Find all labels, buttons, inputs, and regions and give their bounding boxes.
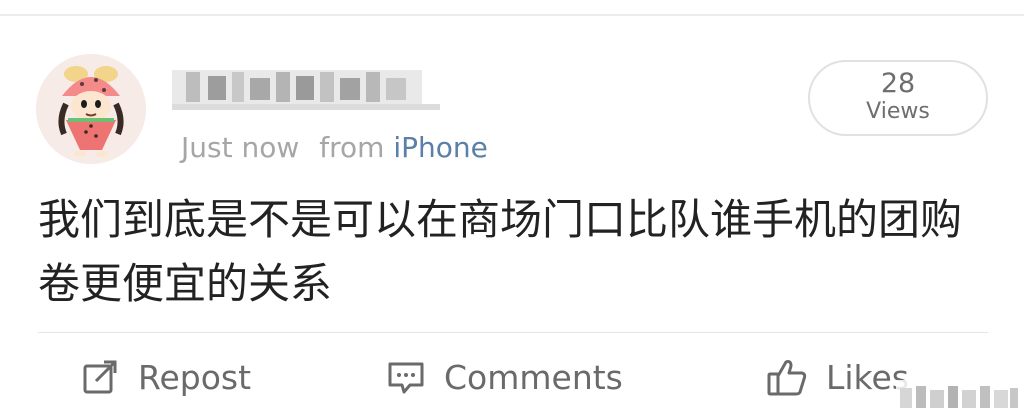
views-label: Views bbox=[866, 99, 930, 124]
repost-label: Repost bbox=[138, 357, 252, 397]
watermark-redacted bbox=[896, 380, 1022, 414]
post-source-link[interactable]: iPhone bbox=[393, 131, 488, 164]
from-label: from bbox=[319, 131, 385, 164]
action-divider bbox=[38, 332, 988, 333]
redaction-mosaic bbox=[172, 64, 442, 114]
comments-button[interactable]: Comments bbox=[386, 352, 623, 402]
post-card: Just now from iPhone 28 Views 我们到底是不是可以在商… bbox=[0, 0, 1024, 420]
thumbs-up-icon bbox=[766, 356, 808, 398]
avatar-image bbox=[36, 54, 146, 164]
views-badge: 28 Views bbox=[808, 60, 988, 136]
post-body-text: 我们到底是不是可以在商场门口比队谁手机的团购卷更便宜的关系 bbox=[38, 195, 963, 308]
username-redacted[interactable] bbox=[172, 64, 442, 114]
post-time: Just now bbox=[181, 131, 300, 164]
repost-icon bbox=[80, 357, 120, 397]
comments-label: Comments bbox=[444, 357, 623, 397]
top-divider bbox=[0, 14, 1024, 16]
avatar[interactable] bbox=[36, 54, 146, 164]
views-count: 28 bbox=[880, 68, 916, 99]
repost-button[interactable]: Repost bbox=[80, 352, 251, 402]
likes-button[interactable]: Likes bbox=[766, 352, 909, 402]
post-meta: Just now from iPhone bbox=[181, 130, 488, 166]
comment-icon bbox=[386, 357, 426, 397]
